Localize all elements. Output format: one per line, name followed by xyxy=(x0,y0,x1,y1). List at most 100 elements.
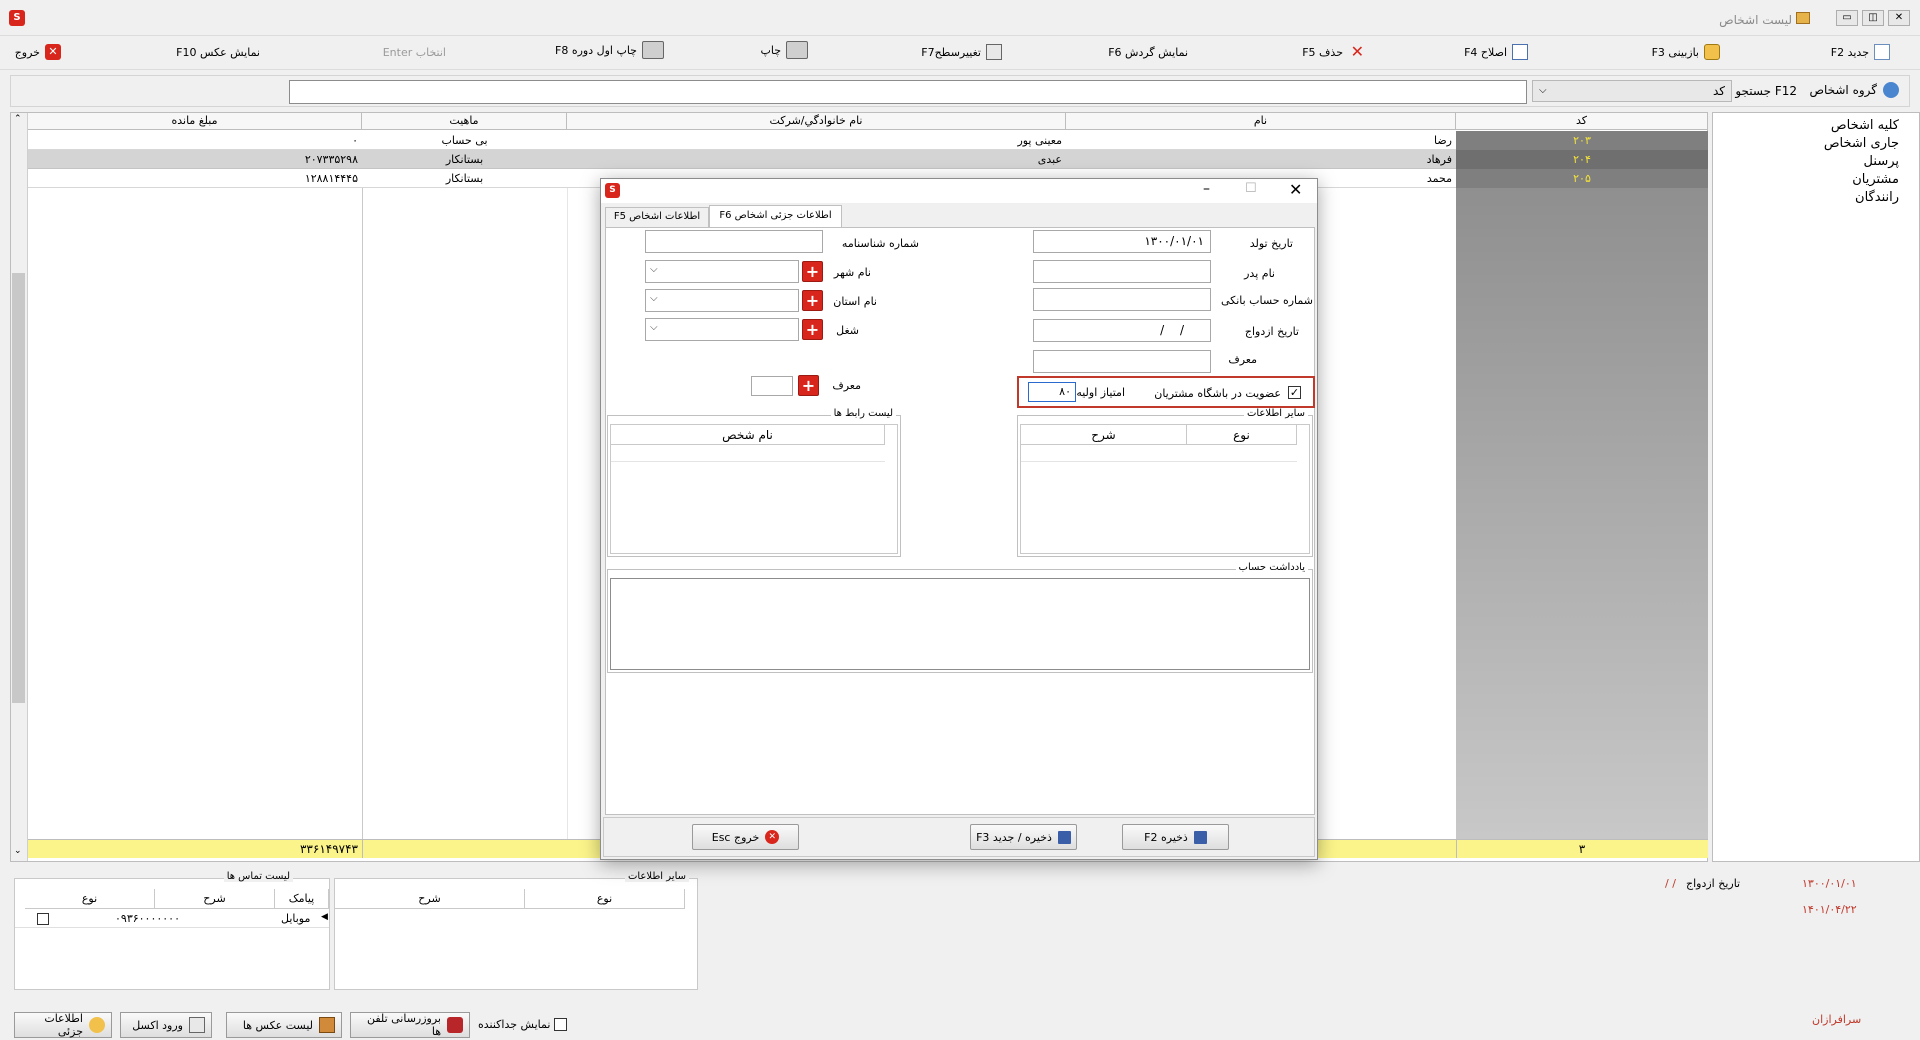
minimize-button[interactable]: ▭ xyxy=(1836,10,1858,26)
show-turnover-button[interactable]: نمایش گردش F6 xyxy=(1108,41,1188,63)
col-header-code[interactable]: کد xyxy=(1456,113,1708,130)
cell-name: فرهاد xyxy=(1426,153,1452,166)
tree-item-all[interactable]: کلیه اشخاص xyxy=(1831,118,1899,133)
tree-item-drivers[interactable]: رانندگان xyxy=(1855,190,1899,205)
search-input[interactable] xyxy=(289,80,1527,104)
birth-date-field[interactable]: ۱۳۰۰/۰۱/۰۱ xyxy=(1033,230,1211,253)
note-title: یادداشت حساب xyxy=(1235,562,1308,573)
cell-family: معینی پور xyxy=(1017,134,1062,147)
phone-desc: ۰۹۳۶۰۰۰۰۰۰۰ xyxy=(115,912,180,925)
exit-icon: ✕ xyxy=(45,44,61,60)
referrer-field[interactable] xyxy=(1033,350,1211,373)
cell-balance: ۲۰۷۳۳۵۲۹۸ xyxy=(304,153,358,166)
bottom-marriage-value: / / xyxy=(1665,877,1676,890)
printer-icon xyxy=(786,41,808,59)
job-select[interactable]: ⌵ xyxy=(645,318,799,341)
app-logo-icon: S xyxy=(9,10,25,26)
cell-code: ۲۰۵ xyxy=(1456,169,1708,188)
id-number-field[interactable] xyxy=(645,230,823,253)
tree-item-staff[interactable]: پرسنل xyxy=(1864,154,1899,169)
delete-button[interactable]: ✕ حذف F5 xyxy=(1302,41,1364,63)
note-textarea[interactable] xyxy=(610,578,1310,670)
cell-nature: بستانکار xyxy=(445,153,484,166)
details-button[interactable]: اطلاعات جزئی xyxy=(14,1012,112,1038)
dialog-minimize-button[interactable]: – xyxy=(1203,181,1210,197)
tab-person-info[interactable]: اطلاعات اشخاص F5 xyxy=(605,207,709,227)
father-name-field[interactable] xyxy=(1033,260,1211,283)
initial-points-label: امتیاز اولیه xyxy=(1076,386,1125,399)
cell-nature: بی حساب xyxy=(441,134,488,147)
col-header-desc: شرح xyxy=(1021,425,1187,445)
bank-account-field[interactable] xyxy=(1033,288,1211,311)
tab-person-details[interactable]: اطلاعات جزئی اشخاص F6 xyxy=(709,205,842,227)
show-photo-button[interactable]: نمایش عکس F10 xyxy=(176,41,260,63)
footer-count: ۳ xyxy=(1578,842,1586,856)
show-separator-toggle[interactable]: نمایش جداکننده xyxy=(478,1018,568,1031)
row-pointer-icon: ◀ xyxy=(321,912,328,922)
other-info-grid: نوع شرح xyxy=(1020,424,1310,554)
col-header-name[interactable]: نام xyxy=(1066,113,1456,130)
col-header-family[interactable]: نام خانوادگي/شرکت xyxy=(567,113,1066,130)
review-icon xyxy=(1704,44,1720,60)
new-button[interactable]: جدید F2 xyxy=(1831,41,1890,63)
footer-sep xyxy=(362,840,363,858)
edit-button[interactable]: اصلاح F4 xyxy=(1464,41,1528,63)
select-button[interactable]: انتخاب Enter xyxy=(383,41,446,63)
cell-name: رضا xyxy=(1433,134,1452,147)
print-button[interactable]: چاپ xyxy=(760,39,808,61)
dialog-save-new-button[interactable]: ذخیره / جدید F3 xyxy=(970,824,1077,850)
dialog-logo-icon: S xyxy=(605,183,620,198)
search-type-select[interactable]: ⌵ کد xyxy=(1532,80,1732,102)
edit-pencil-icon xyxy=(1512,44,1528,60)
add-province-icon[interactable]: + xyxy=(802,290,823,311)
club-checkbox[interactable]: ✓ xyxy=(1288,386,1301,399)
change-level-button[interactable]: تغییرسطحF7 xyxy=(921,41,1002,63)
exit-button[interactable]: ✕ خروج xyxy=(15,41,61,63)
review-button[interactable]: بازبینی F3 xyxy=(1652,41,1720,63)
dialog-note: یادداشت حساب xyxy=(607,562,1313,673)
father-name-label: نام پدر xyxy=(1244,267,1275,280)
scroll-thumb[interactable] xyxy=(12,273,25,703)
referrer2-field[interactable] xyxy=(751,376,793,396)
add-city-icon[interactable]: + xyxy=(802,261,823,282)
col-header-nature[interactable]: ماهيت xyxy=(362,113,567,130)
tree-item-current[interactable]: جاری اشخاص xyxy=(1824,136,1899,151)
chevron-down-icon: ⌵ xyxy=(1539,85,1547,96)
update-phones-button[interactable]: بروزرسانی تلفن ها xyxy=(350,1012,470,1038)
person-group: گروه اشخاص xyxy=(1809,82,1899,98)
window-icon xyxy=(1796,12,1810,24)
add-referrer-icon[interactable]: + xyxy=(798,375,819,396)
title-bar: S لیست اشخاص ▭ ◫ ✕ xyxy=(0,0,1920,36)
tree-item-customers[interactable]: مشتریان xyxy=(1852,172,1899,187)
city-select[interactable]: ⌵ xyxy=(645,260,799,283)
initial-points-field[interactable]: ۸۰ xyxy=(1028,382,1076,402)
close-button[interactable]: ✕ xyxy=(1888,10,1910,26)
scroll-up-icon[interactable]: ⌃ xyxy=(14,114,22,124)
bottom-phone-list: لیست تماس ها پیامک شرح نوع ۰۹۳۶۰۰۰۰۰۰۰ م… xyxy=(14,871,330,990)
col-header-balance[interactable]: مبلغ مانده xyxy=(28,113,362,130)
referrer2-label: معرف xyxy=(832,379,861,392)
photo-list-button[interactable]: لیست عکس ها xyxy=(226,1012,342,1038)
marriage-date-field[interactable]: / / xyxy=(1033,319,1211,342)
sms-checkbox[interactable] xyxy=(37,913,49,925)
dialog-close-button[interactable]: ✕ xyxy=(1289,180,1302,199)
excel-import-button[interactable]: ورود اکسل xyxy=(120,1012,212,1038)
add-job-icon[interactable]: + xyxy=(802,319,823,340)
province-select[interactable]: ⌵ xyxy=(645,289,799,312)
search-label: F12 جستجو xyxy=(1735,84,1797,98)
bottom-marriage-label: تاریخ ازدواج xyxy=(1686,877,1741,890)
maximize-button[interactable]: ◫ xyxy=(1862,10,1884,26)
separator-checkbox[interactable] xyxy=(554,1018,568,1031)
print-initial-button[interactable]: چاپ اول دوره F8 xyxy=(555,39,664,61)
vertical-scrollbar[interactable]: ⌃ ⌄ xyxy=(11,113,28,861)
club-label: عضویت در باشگاه مشتریان xyxy=(1154,387,1281,400)
people-group-icon xyxy=(1883,82,1899,98)
col-header-type: نوع xyxy=(525,889,685,909)
id-number-label: شماره شناسنامه xyxy=(841,237,919,250)
scroll-down-icon[interactable]: ⌄ xyxy=(14,846,22,856)
dialog-exit-button[interactable]: ✕ خروج Esc xyxy=(692,824,799,850)
floppy-icon xyxy=(1193,830,1207,844)
dialog-save-button[interactable]: ذخیره F2 xyxy=(1122,824,1229,850)
cell-code: ۲۰۴ xyxy=(1456,150,1708,169)
dialog-maximize-button[interactable]: ☐ xyxy=(1245,181,1257,196)
